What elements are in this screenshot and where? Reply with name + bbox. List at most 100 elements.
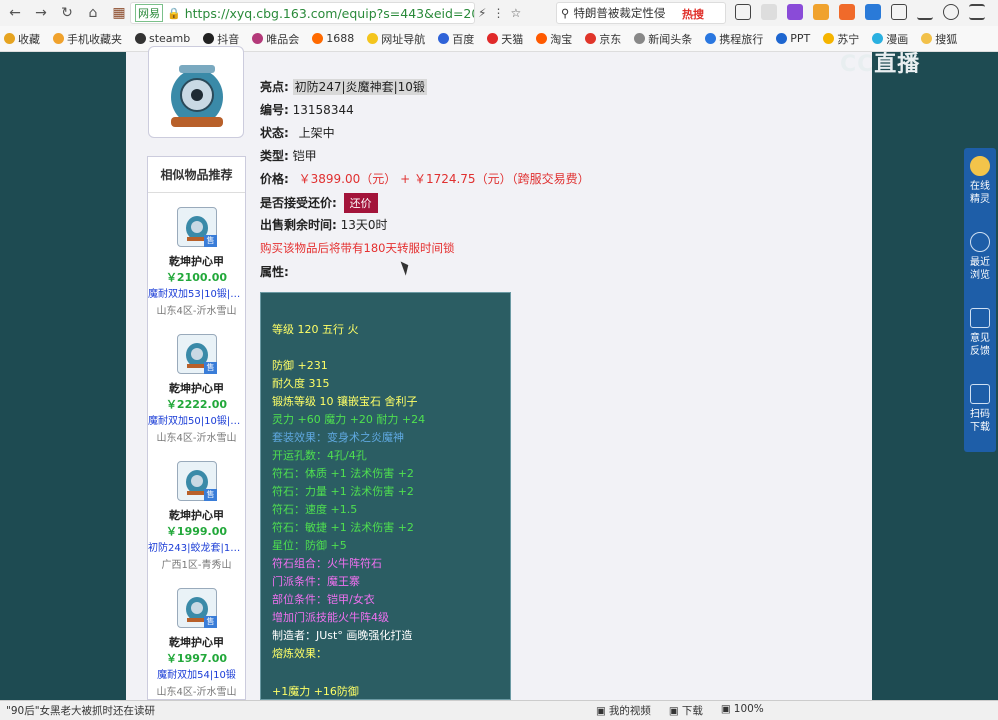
bolt-icon[interactable]: ⚡ <box>478 6 486 20</box>
download-icon[interactable] <box>917 4 933 20</box>
back-icon[interactable]: ← <box>4 2 26 24</box>
similar-item-name[interactable]: 乾坤护心甲 <box>148 380 245 396</box>
bargain-label: 是否接受还价: <box>260 196 337 210</box>
similar-item-server: 山东4区-沂水雪山 <box>156 306 237 317</box>
status-item[interactable]: ▣ 下载 <box>669 703 703 718</box>
magnifier-icon[interactable] <box>865 4 881 20</box>
attribute-line: 耐久度 315 <box>272 377 330 390</box>
floating-toolbar: 在线精灵 最近浏览 意见反馈 扫码下载 <box>964 148 996 452</box>
refresh-icon[interactable]: ↻ <box>56 2 78 24</box>
similar-item[interactable]: 售乾坤护心甲 ￥2222.00 魔耐双加50|10锻|初… 山东4区-沂水雪山 <box>148 332 245 452</box>
bookmark-label: 携程旅行 <box>719 32 764 46</box>
status-row: 状态: 上架中 <box>260 124 335 141</box>
float-tool[interactable]: 在线精灵 <box>964 148 996 222</box>
more-icon[interactable]: ⋮ <box>492 6 504 20</box>
translate-icon[interactable] <box>787 4 803 20</box>
bookmark-label: 漫画 <box>886 32 909 46</box>
similar-item-name[interactable]: 乾坤护心甲 <box>148 253 245 269</box>
menu-icon[interactable] <box>969 4 985 20</box>
similar-item-name[interactable]: 乾坤护心甲 <box>148 507 245 523</box>
float-tool[interactable]: 最近浏览 <box>964 224 996 298</box>
attribute-line: 符石：敏捷 +1 法术伤害 +2 <box>272 521 414 534</box>
similar-item-server: 广西1区-青秀山 <box>161 560 232 571</box>
status-item[interactable]: ▣ 我的视频 <box>596 703 651 718</box>
grid-icon[interactable] <box>891 4 907 20</box>
bookmark-item[interactable]: 唯品会 <box>252 31 299 47</box>
bookmark-icon <box>705 33 717 44</box>
scissors-icon[interactable] <box>761 4 777 20</box>
bookmark-icon <box>4 33 15 44</box>
game-icon[interactable] <box>839 4 855 20</box>
similar-item[interactable]: 售乾坤护心甲 ￥1999.00 初防243|蛟龙套|10锻 广西1区-青秀山 <box>148 459 245 579</box>
bookmark-label: 新闻头条 <box>648 32 693 46</box>
forward-icon[interactable]: → <box>30 2 52 24</box>
bookmark-icon <box>536 33 548 44</box>
bookmark-item[interactable]: 1688 <box>312 32 354 45</box>
star-icon[interactable]: ☆ <box>510 6 521 20</box>
feedback-icon <box>970 308 990 328</box>
bookmark-item[interactable]: 手机收藏夹 <box>53 31 122 47</box>
similar-item[interactable]: 售乾坤护心甲 ￥2100.00 魔耐双加53|10锻|初… 山东4区-沂水雪山 <box>148 205 245 325</box>
float-tool[interactable]: 扫码下载 <box>964 376 996 450</box>
bookmark-icon <box>203 33 215 44</box>
similar-item-desc[interactable]: 魔耐双加50|10锻|初… <box>148 412 245 427</box>
similar-item[interactable]: 售乾坤护心甲 ￥1997.00 魔耐双加54|10锻 山东4区-沂水雪山 <box>148 586 245 706</box>
bookmark-item[interactable]: 收藏 <box>4 31 40 47</box>
status-item[interactable]: ▣ 100% <box>721 703 764 718</box>
bookmark-item[interactable]: 淘宝 <box>536 31 572 47</box>
attribute-line: 符石：速度 +1.5 <box>272 503 358 516</box>
remain-label: 出售剩余时间: <box>260 218 337 232</box>
price-row: 价格: ￥3899.00（元） + ￥1724.75（元）（跨服交易费） <box>260 170 590 187</box>
bookmark-item[interactable]: 搜狐 <box>921 31 957 47</box>
bookmark-item[interactable]: 天猫 <box>487 31 523 47</box>
similar-item-desc[interactable]: 魔耐双加54|10锻 <box>148 666 245 681</box>
bookmark-item[interactable]: 漫画 <box>872 31 908 47</box>
hot-search-label[interactable]: 热搜 <box>682 6 704 22</box>
sale-tag: 售 <box>204 362 217 374</box>
similar-item-desc[interactable]: 初防243|蛟龙套|10锻 <box>148 539 245 554</box>
sale-tag: 售 <box>204 489 217 501</box>
bookmark-icon <box>135 33 146 44</box>
bookmark-item[interactable]: steamb <box>135 32 190 45</box>
home-icon[interactable]: ⌂ <box>82 2 104 24</box>
armor-icon[interactable]: 售 <box>177 207 217 247</box>
float-tool[interactable]: 意见反馈 <box>964 300 996 374</box>
bookmark-item[interactable]: 京东 <box>585 31 621 47</box>
bookmark-label: 网址导航 <box>381 32 426 46</box>
status-item-label: 我的视频 <box>608 705 651 717</box>
status-item-label: 100% <box>733 703 764 715</box>
highlight-value: 初防247|炎魔神套|10锻 <box>292 79 427 95</box>
news-ticker[interactable]: "90后"女黑老大被抓时还在读研 <box>6 703 155 718</box>
armor-icon[interactable]: 售 <box>177 588 217 628</box>
type-value: 铠甲 <box>292 149 317 163</box>
briefcase-icon[interactable]: ▦ <box>108 2 130 24</box>
similar-item-name[interactable]: 乾坤护心甲 <box>148 634 245 650</box>
avatar-icon <box>970 156 990 176</box>
highlight-row: 亮点: 初防247|炎魔神套|10锻 <box>260 78 427 95</box>
id-value: 13158344 <box>292 103 354 117</box>
shield-icon[interactable] <box>813 4 829 20</box>
bookmark-item[interactable]: 苏宁 <box>823 31 859 47</box>
bookmark-item[interactable]: 抖音 <box>203 31 239 47</box>
bookmark-item[interactable]: 新闻头条 <box>634 31 692 47</box>
bargain-button[interactable]: 还价 <box>343 193 378 213</box>
address-bar[interactable]: 网易 🔒 https://xyq.cbg.163.com/equip?s=443… <box>130 2 475 24</box>
bookmark-item[interactable]: PPT <box>776 32 810 45</box>
price-label: 价格: <box>260 172 289 186</box>
armor-icon[interactable]: 售 <box>177 334 217 374</box>
attr-label: 属性: <box>260 265 289 279</box>
armor-icon[interactable]: 售 <box>177 461 217 501</box>
similar-item-desc[interactable]: 魔耐双加53|10锻|初… <box>148 285 245 300</box>
bookmark-item[interactable]: 百度 <box>438 31 474 47</box>
attr-row: 属性: <box>260 263 289 280</box>
attribute-line: 等级 120 五行 火 <box>272 323 359 336</box>
bookmark-label: 唯品会 <box>266 32 300 46</box>
bookmark-item[interactable]: 网址导航 <box>367 31 425 47</box>
undo-icon[interactable] <box>943 4 959 20</box>
remain-value: 13天0时 <box>340 218 388 232</box>
bookmark-label: 手机收藏夹 <box>67 32 122 46</box>
bookmark-item[interactable]: 携程旅行 <box>705 31 763 47</box>
attribute-line: 部位条件：铠甲/女衣 <box>272 593 375 606</box>
attribute-line: 熔炼效果： <box>272 647 327 660</box>
screen-icon[interactable] <box>735 4 751 20</box>
